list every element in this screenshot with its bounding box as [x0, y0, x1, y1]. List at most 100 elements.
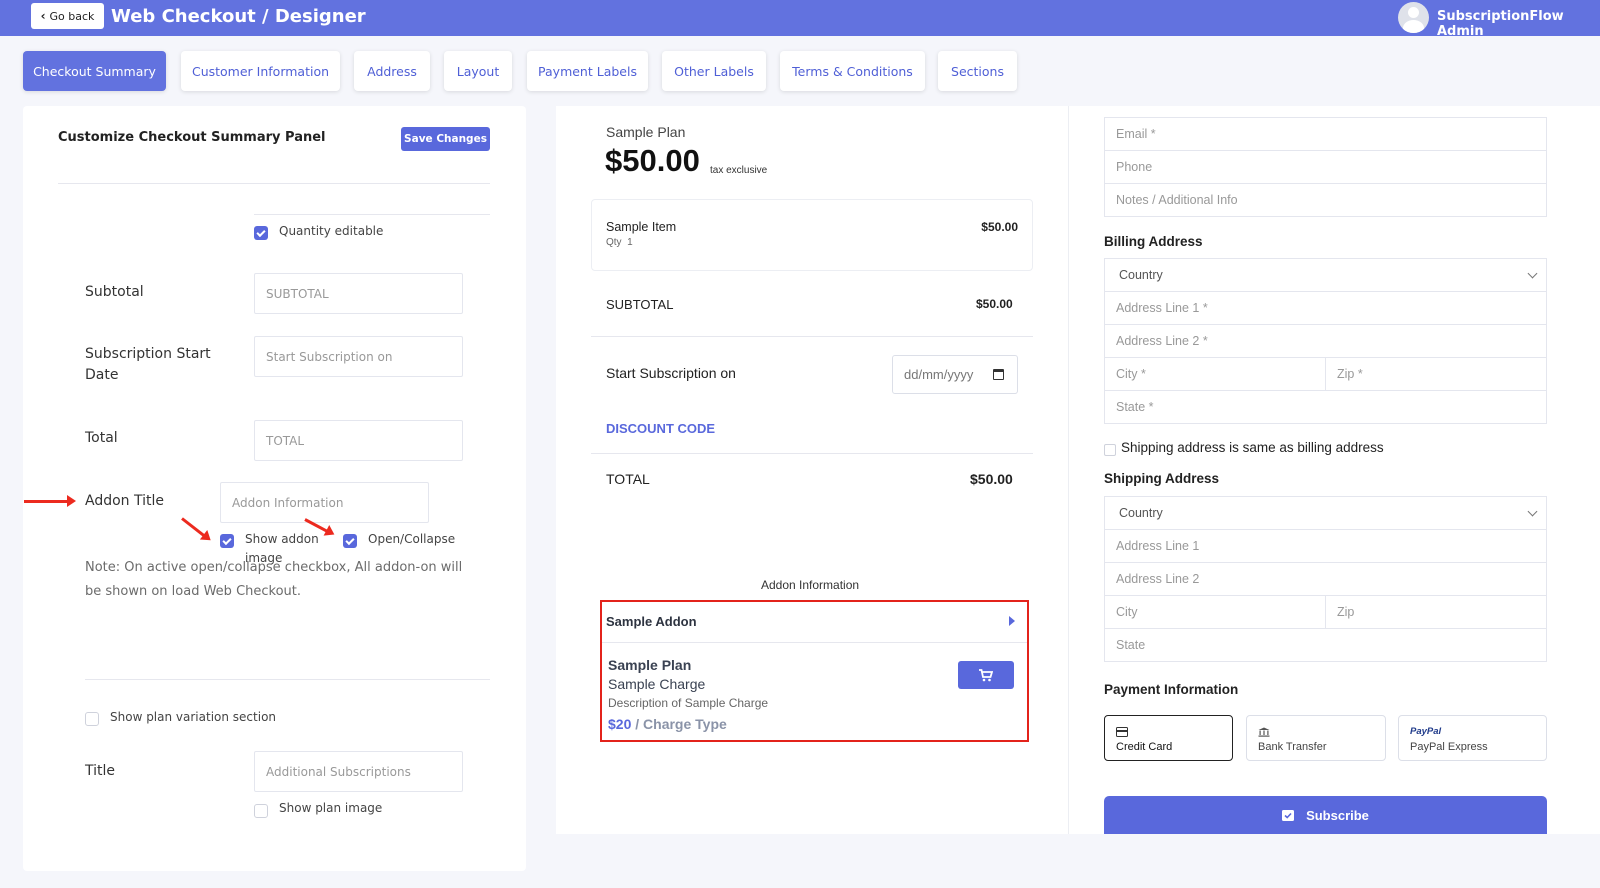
- tab-customer-information[interactable]: Customer Information: [181, 51, 340, 91]
- subtotal-input[interactable]: SUBTOTAL: [254, 273, 463, 314]
- panel-title: Customize Checkout Summary Panel: [58, 130, 326, 145]
- start-date-input[interactable]: Start Subscription on: [254, 336, 463, 377]
- item-card: Sample Item Qty 1 $50.00: [591, 199, 1033, 271]
- paypal-logo: PayPal: [1410, 726, 1442, 737]
- top-bar: ‹ Go back Web Checkout / Designer Subscr…: [0, 0, 1600, 39]
- go-back-button[interactable]: ‹ Go back: [31, 3, 104, 29]
- quantity-editable-label: Quantity editable: [279, 224, 384, 238]
- note-line: be shown on load Web Checkout.: [85, 584, 302, 599]
- addon-info-title: Addon Information: [761, 578, 860, 592]
- shipping-state[interactable]: State: [1104, 628, 1547, 662]
- subscribe-label: Subscribe: [1306, 807, 1369, 823]
- start-date-picker[interactable]: dd/mm/yyyy: [892, 355, 1018, 394]
- tab-other-labels[interactable]: Other Labels: [662, 51, 766, 91]
- tab-sections[interactable]: Sections: [938, 51, 1017, 91]
- item-name: Sample Item: [606, 220, 677, 234]
- billing-country-select[interactable]: Country: [1104, 258, 1547, 292]
- open-collapse-label: Open/Collapse: [368, 532, 456, 546]
- shipping-address-line2[interactable]: Address Line 2: [1104, 562, 1547, 596]
- admin-name[interactable]: SubscriptionFlow Admin: [1437, 9, 1600, 39]
- billing-state[interactable]: State *: [1104, 390, 1547, 424]
- subscribe-icon: [1282, 810, 1295, 821]
- customer-form-preview: Email * Phone Notes / Additional Info Bi…: [1068, 106, 1600, 834]
- show-plan-variation-checkbox[interactable]: [85, 712, 99, 726]
- show-plan-variation-label: Show plan variation section: [110, 710, 277, 724]
- addon-charge: Sample Charge: [608, 676, 706, 692]
- divider: [591, 453, 1033, 454]
- addon-price: $20: [608, 716, 632, 732]
- chevron-left-icon: ‹: [40, 9, 46, 23]
- subscribe-button[interactable]: Subscribe: [1104, 796, 1547, 834]
- plan-name: Sample Plan: [606, 124, 686, 140]
- payment-information-heading: Payment Information: [1104, 682, 1239, 697]
- shipping-country-select[interactable]: Country: [1104, 496, 1547, 530]
- addon-section: Sample Addon Sample Plan Sample Charge D…: [600, 600, 1029, 742]
- email-field[interactable]: Email *: [1104, 117, 1547, 151]
- title-label: Title: [85, 763, 116, 779]
- chevron-down-icon: [1527, 268, 1538, 279]
- discount-code-link[interactable]: DISCOUNT CODE: [606, 421, 715, 436]
- item-qty-label: Qty: [606, 237, 622, 248]
- tab-layout[interactable]: Layout: [444, 51, 512, 91]
- shipping-zip[interactable]: Zip: [1325, 595, 1547, 629]
- addon-title-input[interactable]: Addon Information: [220, 482, 429, 523]
- shipping-address-heading: Shipping Address: [1104, 471, 1220, 486]
- billing-city[interactable]: City *: [1104, 357, 1326, 391]
- go-back-label: Go back: [49, 9, 95, 23]
- title-input[interactable]: Additional Subscriptions: [254, 751, 463, 792]
- tab-terms-conditions[interactable]: Terms & Conditions: [780, 51, 925, 91]
- subscription-start-label: Subscription Start: [85, 346, 211, 362]
- shipping-country-value: Country: [1119, 506, 1163, 520]
- payment-paypal-express[interactable]: PayPal PayPal Express: [1398, 715, 1547, 761]
- subtotal-label: SUBTOTAL: [606, 297, 674, 312]
- annotation-arrow: [24, 495, 76, 507]
- total-input[interactable]: TOTAL: [254, 420, 463, 461]
- item-qty-value: 1: [627, 237, 633, 248]
- divider: [602, 642, 1027, 643]
- save-changes-button[interactable]: Save Changes: [401, 127, 490, 151]
- payment-paypal-label: PayPal Express: [1410, 741, 1488, 753]
- billing-zip[interactable]: Zip *: [1325, 357, 1547, 391]
- bank-icon: [1258, 727, 1270, 737]
- billing-address-heading: Billing Address: [1104, 234, 1203, 249]
- payment-credit-card[interactable]: Credit Card: [1104, 715, 1233, 761]
- customize-panel: Customize Checkout Summary Panel Save Ch…: [23, 106, 526, 871]
- quantity-editable-checkbox[interactable]: [254, 226, 268, 240]
- avatar[interactable]: [1398, 2, 1429, 33]
- show-addon-image-label: Show addon: [245, 532, 319, 546]
- same-address-checkbox[interactable]: [1104, 444, 1116, 456]
- addon-description: Description of Sample Charge: [608, 696, 769, 710]
- open-collapse-checkbox[interactable]: [343, 534, 357, 548]
- subtotal-value: $50.00: [976, 297, 1013, 311]
- item-qty: Qty 1: [606, 237, 633, 248]
- tab-payment-labels[interactable]: Payment Labels: [527, 51, 648, 91]
- calendar-icon[interactable]: [993, 369, 1004, 380]
- payment-bank-label: Bank Transfer: [1258, 741, 1327, 753]
- total-label: TOTAL: [606, 471, 650, 487]
- billing-address-line2[interactable]: Address Line 2 *: [1104, 324, 1547, 358]
- billing-address-line1[interactable]: Address Line 1 *: [1104, 291, 1547, 325]
- expand-icon[interactable]: [1009, 616, 1015, 626]
- tab-checkout-summary[interactable]: Checkout Summary: [23, 51, 166, 91]
- addon-title-label: Addon Title: [85, 493, 164, 509]
- checkout-summary-preview: Sample Plan $50.00 tax exclusive Sample …: [556, 106, 1068, 834]
- same-address-label: Shipping address is same as billing addr…: [1121, 440, 1384, 455]
- notes-field[interactable]: Notes / Additional Info: [1104, 183, 1547, 217]
- divider: [591, 336, 1033, 337]
- show-plan-image-checkbox[interactable]: [254, 804, 268, 818]
- show-addon-image-checkbox[interactable]: [220, 534, 234, 548]
- note-text: Note: On active open/collapse checkbox, …: [85, 556, 465, 604]
- show-plan-image-label: Show plan image: [279, 801, 383, 815]
- tab-address[interactable]: Address: [354, 51, 430, 91]
- shipping-address-line1[interactable]: Address Line 1: [1104, 529, 1547, 563]
- add-to-cart-button[interactable]: [958, 661, 1014, 689]
- divider: [254, 214, 490, 215]
- addon-name[interactable]: Sample Addon: [606, 614, 697, 629]
- payment-bank-transfer[interactable]: Bank Transfer: [1246, 715, 1386, 761]
- date-placeholder: dd/mm/yyyy: [904, 367, 974, 382]
- total-value: $50.00: [970, 471, 1013, 487]
- shipping-city[interactable]: City: [1104, 595, 1326, 629]
- phone-field[interactable]: Phone: [1104, 150, 1547, 184]
- addon-plan: Sample Plan: [608, 657, 692, 673]
- chevron-down-icon: [1527, 506, 1538, 517]
